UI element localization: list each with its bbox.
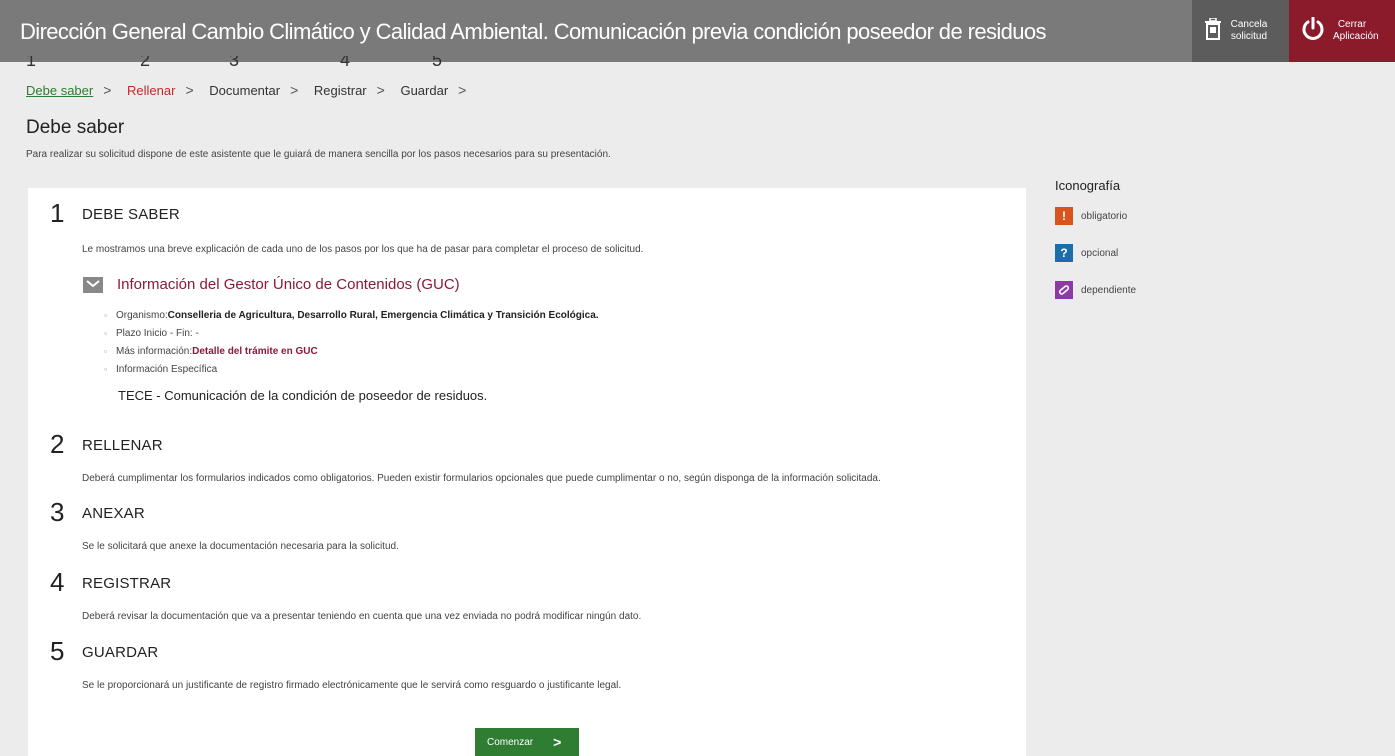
step-description: Deberá revisar la documentación que va a… (82, 611, 642, 622)
step-number: 5 (432, 56, 443, 70)
wizard-step-documentar[interactable]: Documentar (209, 83, 280, 98)
chevron-right-icon: > (185, 82, 194, 98)
chevron-right-icon: > (458, 82, 467, 98)
guc-info-list: Organismo:Conselleria de Agricultura, De… (104, 310, 599, 382)
legend-item-obligatorio: ! obligatorio (1055, 207, 1136, 225)
wizard-step-debe-saber[interactable]: Debe saber (26, 83, 93, 98)
close-label-line2: Aplicación (1333, 31, 1379, 42)
trash-icon (1204, 16, 1222, 45)
wizard-step-numbers: 1 2 3 4 5 (0, 56, 600, 72)
step-title: GUARDAR (82, 644, 159, 661)
close-label-line1: Cerrar (1337, 19, 1367, 30)
power-icon (1301, 16, 1325, 46)
step-title: DEBE SABER (82, 206, 180, 223)
link-icon (1055, 281, 1073, 299)
guc-section-header[interactable]: Información del Gestor Único de Contenid… (83, 276, 460, 293)
step-number: 1 (50, 198, 65, 228)
legend-item-opcional: ? opcional (1055, 244, 1136, 262)
step-number: 1 (26, 56, 37, 70)
chevron-right-icon: > (376, 82, 385, 98)
list-item: Más información:Detalle del trámite en G… (104, 346, 599, 364)
organismo-value: Conselleria de Agricultura, Desarrollo R… (167, 310, 599, 321)
step-number: 2 (140, 56, 151, 70)
step-number: 3 (50, 497, 65, 527)
info-especifica-label: Información Específica (115, 364, 218, 375)
legend-label: opcional (1081, 247, 1119, 259)
guc-detail-link[interactable]: Detalle del trámite en GUC (192, 346, 318, 357)
organismo-label: Organismo: (115, 310, 168, 321)
list-item: Plazo Inicio - Fin: - (104, 328, 599, 346)
chevron-right-icon: > (103, 82, 112, 98)
step-title: ANEXAR (82, 505, 145, 522)
legend-item-dependiente: dependiente (1055, 281, 1136, 299)
step-description: Se le proporcionará un justificante de r… (82, 680, 622, 691)
list-item: Organismo:Conselleria de Agricultura, De… (104, 310, 599, 328)
step-description: Deberá cumplimentar los formularios indi… (82, 473, 881, 484)
app-title: Dirección General Cambio Climático y Cal… (20, 19, 1047, 44)
step-number: 4 (50, 567, 65, 597)
tece-text: TECE - Comunicación de la condición de p… (118, 388, 488, 403)
start-button[interactable]: Comenzar > (475, 728, 579, 756)
step-title: RELLENAR (82, 437, 163, 454)
cancel-label-line2: solicitud (1230, 31, 1268, 42)
chevron-right-icon: > (553, 734, 562, 750)
guc-title[interactable]: Información del Gestor Único de Contenid… (117, 276, 460, 293)
step-description: Le mostramos una breve explicación de ca… (82, 244, 644, 255)
list-item: Información Específica (104, 364, 599, 382)
page-title: Debe saber (26, 117, 125, 138)
chevron-right-icon: > (290, 82, 299, 98)
mas-info-label: Más información: (115, 346, 193, 357)
iconography-legend: Iconografía ! obligatorio ? opcional dep… (1055, 178, 1136, 318)
question-icon: ? (1055, 244, 1073, 262)
step-number: 4 (340, 56, 351, 70)
wizard-step-guardar[interactable]: Guardar (400, 83, 448, 98)
step-description: Se le solicitará que anexe la documentac… (82, 541, 399, 552)
step-number: 2 (50, 429, 65, 459)
close-app-button[interactable]: Cerrar Aplicación (1289, 0, 1395, 62)
iconography-title: Iconografía (1055, 178, 1121, 193)
step-number: 3 (229, 56, 240, 70)
page-subtitle: Para realizar su solicitud dispone de es… (26, 149, 611, 160)
legend-label: dependiente (1081, 284, 1137, 296)
wizard-step-registrar[interactable]: Registrar (314, 83, 367, 98)
step-number: 5 (50, 636, 65, 666)
app-header: Dirección General Cambio Climático y Cal… (0, 0, 1395, 62)
wizard-breadcrumb: Debe saber > Rellenar > Documentar > Regist… (26, 82, 478, 98)
start-button-label: Comenzar (487, 736, 534, 748)
wizard-step-rellenar[interactable]: Rellenar (127, 83, 175, 98)
info-card: 1 DEBE SABER Le mostramos una breve expl… (28, 188, 1026, 756)
exclamation-icon: ! (1055, 207, 1073, 225)
step-title: REGISTRAR (82, 575, 172, 592)
cancel-label-line1: Cancela (1230, 19, 1268, 30)
plazo-text: Plazo Inicio - Fin: - (115, 328, 199, 339)
legend-label: obligatorio (1081, 210, 1128, 222)
cancel-request-button[interactable]: Cancela solicitud (1192, 0, 1289, 62)
envelope-icon[interactable] (83, 276, 103, 293)
